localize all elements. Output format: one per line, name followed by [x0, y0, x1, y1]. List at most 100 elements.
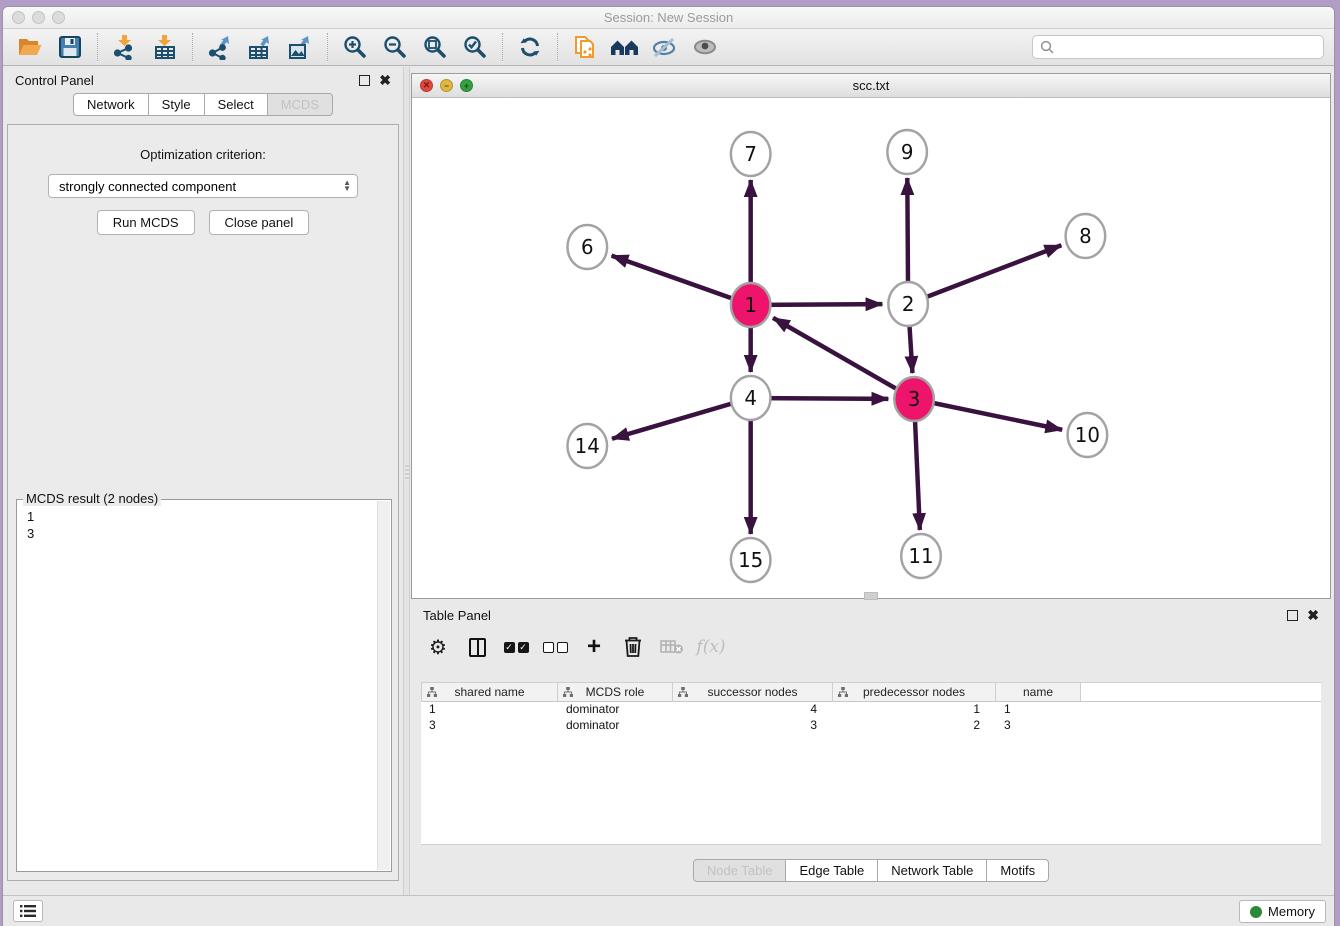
node-3[interactable]: 3	[894, 377, 934, 421]
network-window-title: scc.txt	[412, 74, 1330, 98]
column-header-MCDS-role[interactable]: MCDS role	[558, 683, 673, 701]
node-2[interactable]: 2	[888, 282, 928, 326]
table-cell[interactable]: 1	[996, 702, 1081, 718]
edge-3-10[interactable]	[914, 399, 1062, 430]
table-tab-network-table[interactable]: Network Table	[878, 859, 987, 882]
node-14[interactable]: 14	[567, 424, 607, 468]
window-title: Session: New Session	[3, 7, 1334, 29]
add-column-icon[interactable]: +	[581, 634, 607, 660]
select-all-icon[interactable]: ✓✓	[503, 634, 529, 660]
clone-network-icon[interactable]	[568, 33, 602, 61]
minimize-window-button[interactable]	[32, 11, 45, 24]
node-4[interactable]: 4	[731, 376, 771, 420]
node-6[interactable]: 6	[567, 225, 607, 269]
run-mcds-button[interactable]: Run MCDS	[97, 210, 195, 235]
tab-select[interactable]: Select	[205, 93, 268, 116]
column-selector-icon[interactable]	[464, 634, 490, 660]
column-header-successor-nodes[interactable]: successor nodes	[673, 683, 833, 701]
delete-column-icon[interactable]	[620, 634, 646, 660]
gear-icon[interactable]: ⚙	[425, 634, 451, 660]
edge-4-14[interactable]	[612, 398, 751, 439]
node-10[interactable]: 10	[1068, 413, 1108, 457]
panel-splitter[interactable]	[403, 67, 410, 895]
search-input[interactable]	[1059, 40, 1316, 55]
export-network-icon[interactable]	[203, 33, 237, 61]
save-session-icon[interactable]	[53, 33, 87, 61]
close-panel-icon[interactable]: ✖	[379, 75, 391, 86]
import-table-icon[interactable]	[148, 33, 182, 61]
svg-text:1: 1	[744, 294, 757, 317]
node-11[interactable]: 11	[901, 534, 941, 578]
close-table-panel-icon[interactable]: ✖	[1307, 610, 1319, 621]
import-network-icon[interactable]	[108, 33, 142, 61]
deselect-all-icon[interactable]	[542, 634, 568, 660]
node-9[interactable]: 9	[887, 130, 927, 174]
float-panel-icon[interactable]	[359, 75, 370, 86]
node-7[interactable]: 7	[731, 132, 771, 176]
result-scrollbar[interactable]	[377, 501, 390, 870]
column-header-shared-name[interactable]: shared name	[421, 683, 558, 701]
table-row[interactable]: 1dominator411	[421, 702, 1321, 718]
zoom-fit-icon[interactable]	[418, 33, 452, 61]
mcds-result-legend: MCDS result (2 nodes)	[23, 491, 161, 506]
table-row[interactable]: 3dominator323	[421, 718, 1321, 734]
export-table-icon[interactable]	[243, 33, 277, 61]
open-session-icon[interactable]	[13, 33, 47, 61]
home-layout-icon[interactable]	[608, 33, 642, 61]
svg-text:3: 3	[908, 388, 921, 411]
edge-2-8[interactable]	[908, 245, 1061, 304]
node-8[interactable]: 8	[1066, 214, 1106, 258]
close-network-icon[interactable]: ✕	[420, 79, 433, 92]
task-history-button[interactable]	[13, 900, 43, 922]
refresh-icon[interactable]	[513, 33, 547, 61]
table-cell[interactable]: 1	[833, 702, 996, 718]
splitter-handle[interactable]	[405, 465, 409, 481]
edge-3-1[interactable]	[773, 318, 914, 399]
close-window-button[interactable]	[12, 11, 25, 24]
status-bar: Memory	[3, 895, 1334, 926]
network-canvas[interactable]: 7 9 6 8 1 2 4 3 14 10 15 11	[412, 98, 1330, 598]
tab-mcds[interactable]: MCDS	[268, 93, 333, 116]
svg-text:2: 2	[902, 293, 915, 316]
node-15[interactable]: 15	[731, 538, 771, 582]
zoom-selected-icon[interactable]	[458, 33, 492, 61]
export-image-icon[interactable]	[283, 33, 317, 61]
table-cell[interactable]: 4	[673, 702, 833, 718]
table-cell[interactable]: dominator	[558, 718, 673, 734]
column-header-name[interactable]: name	[996, 683, 1081, 701]
table-cell[interactable]: 1	[421, 702, 558, 718]
node-1[interactable]: 1	[731, 283, 771, 327]
table-cell[interactable]: 3	[673, 718, 833, 734]
search-field[interactable]	[1032, 35, 1324, 59]
float-table-panel-icon[interactable]	[1287, 610, 1298, 621]
maximize-window-button[interactable]	[52, 11, 65, 24]
tab-network[interactable]: Network	[73, 93, 149, 116]
show-panel-eye-icon[interactable]	[688, 33, 722, 61]
network-graph[interactable]: 7 9 6 8 1 2 4 3 14 10 15 11	[412, 98, 1330, 598]
table-cell[interactable]: dominator	[558, 702, 673, 718]
optimization-criterion-label: Optimization criterion:	[8, 147, 398, 162]
tab-style[interactable]: Style	[149, 93, 205, 116]
table-cell[interactable]: 3	[996, 718, 1081, 734]
table-tab-motifs[interactable]: Motifs	[987, 859, 1049, 882]
table-tabs: Node TableEdge TableNetwork TableMotifs	[411, 859, 1331, 882]
minimize-network-icon[interactable]: −	[440, 79, 453, 92]
svg-text:8: 8	[1079, 225, 1092, 248]
column-header-predecessor-nodes[interactable]: predecessor nodes	[833, 683, 996, 701]
close-panel-button[interactable]: Close panel	[209, 210, 310, 235]
zoom-in-icon[interactable]	[338, 33, 372, 61]
maximize-network-icon[interactable]: +	[460, 79, 473, 92]
table-tab-edge-table[interactable]: Edge Table	[786, 859, 878, 882]
zoom-out-icon[interactable]	[378, 33, 412, 61]
table-tab-node-table[interactable]: Node Table	[693, 859, 787, 882]
criterion-dropdown[interactable]: strongly connected component ▲▼	[48, 174, 358, 198]
canvas-resize-grip[interactable]	[864, 592, 878, 600]
memory-button[interactable]: Memory	[1239, 900, 1326, 923]
table-cell[interactable]: 2	[833, 718, 996, 734]
hide-panel-eye-icon[interactable]	[648, 33, 682, 61]
edge-1-6[interactable]	[612, 256, 751, 305]
table-cell[interactable]: 3	[421, 718, 558, 734]
control-panel: Control Panel ✖ NetworkStyleSelectMCDS O…	[3, 67, 403, 895]
memory-status-icon	[1250, 906, 1262, 918]
mcds-result-lines: 1 3	[17, 500, 391, 550]
